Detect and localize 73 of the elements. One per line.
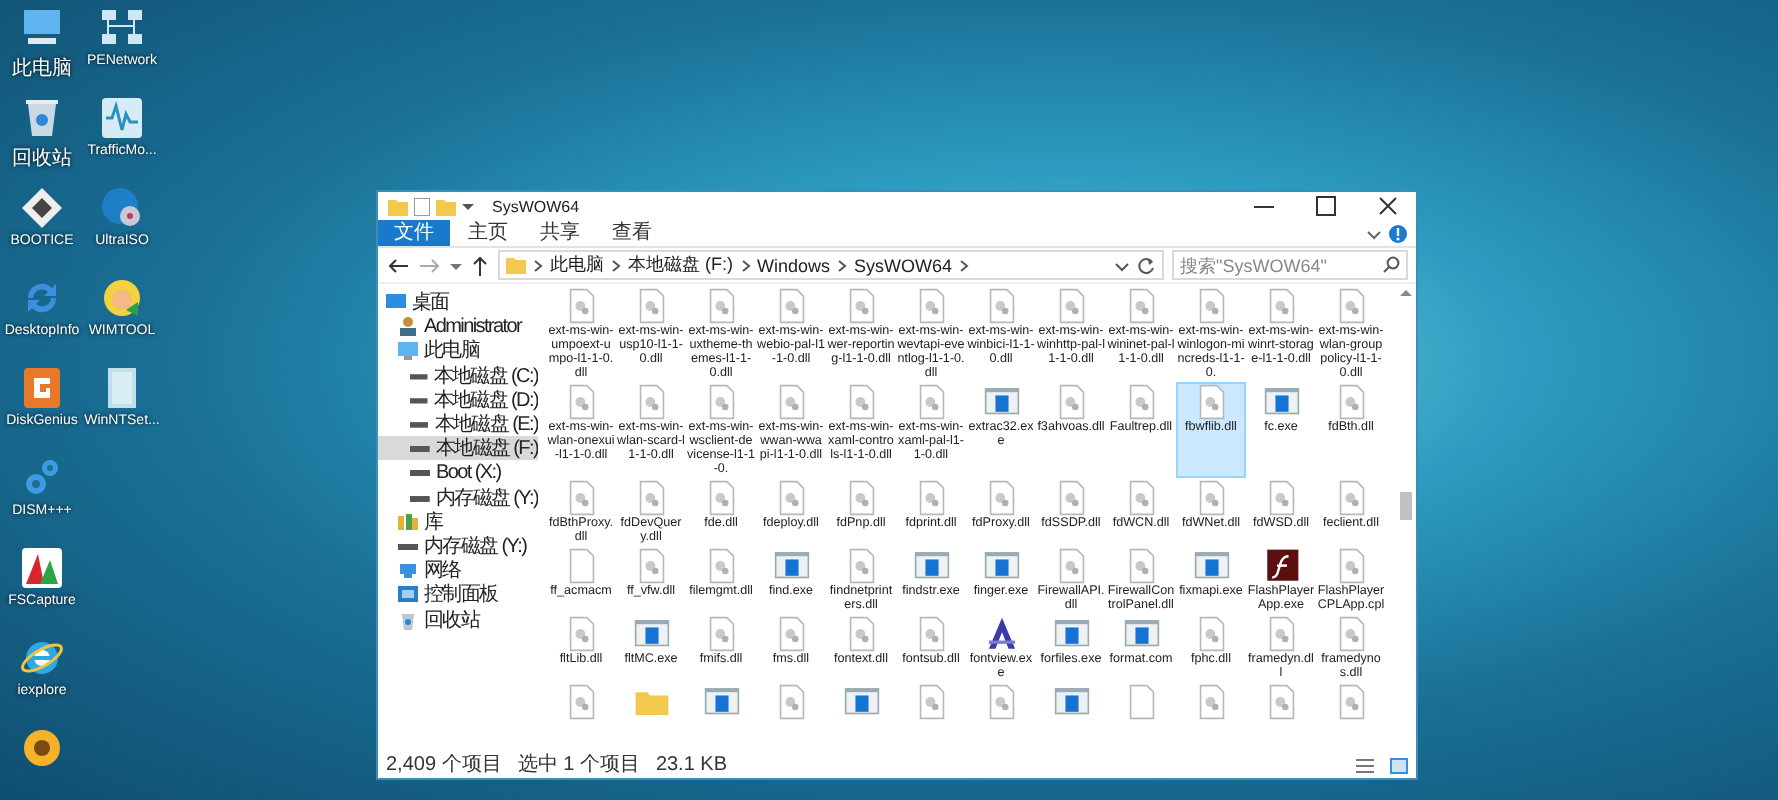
sunflower-icon[interactable] [18, 724, 66, 772]
window-icon [981, 384, 1021, 420]
breadcrumb-link[interactable]: SysWOW64 [854, 255, 953, 275]
window-icon [1261, 384, 1301, 420]
window-icon [1051, 616, 1091, 652]
nav-item[interactable]: 回收站 [378, 606, 538, 632]
nav-item[interactable]: 内存磁盘 (Y:) [378, 533, 538, 559]
folder-icon [388, 197, 408, 215]
nav-item[interactable]: 库 [378, 509, 538, 534]
chevron-right-icon[interactable] [836, 257, 849, 273]
large-icons-view-icon[interactable] [1390, 758, 1408, 774]
window-icon [981, 548, 1021, 584]
search-icon[interactable] [1382, 256, 1400, 274]
triangles-icon[interactable] [18, 544, 66, 592]
window-icon [911, 548, 951, 584]
desktop-icon [386, 292, 406, 313]
nav-item[interactable]: 内存磁盘 (Y:) [378, 485, 538, 510]
nav-item[interactable]: 此电脑 [378, 338, 538, 364]
window-title: SysWOW64 [492, 197, 580, 215]
breadcrumb-link[interactable]: 本地磁盘 (F:) [628, 252, 733, 278]
waveform-icon[interactable] [98, 94, 146, 142]
desktop-icon-label[interactable]: 此电脑 [12, 54, 72, 82]
chevron-right-icon[interactable] [958, 257, 971, 273]
up-arrow-icon[interactable] [470, 255, 490, 275]
window-icon [841, 684, 881, 720]
nav-item[interactable]: 桌面 [378, 290, 538, 315]
monitor-icon [398, 340, 418, 361]
globe-disc-icon[interactable] [98, 184, 146, 232]
chevron-right-icon[interactable] [739, 257, 751, 273]
window-icon [1191, 548, 1231, 584]
back-arrow-icon[interactable] [386, 255, 410, 275]
selection-size: 23.1 KB [655, 756, 728, 776]
file-menu-button[interactable]: 文件 [378, 220, 450, 246]
network-icon [398, 560, 418, 581]
nav-item[interactable]: 网络 [378, 558, 538, 583]
nav-item[interactable]: 本地磁盘 (E:) [378, 411, 538, 437]
search-field[interactable]: 搜索"SysWOW64" [1172, 250, 1408, 280]
breadcrumb-link[interactable]: 此电脑 [550, 252, 604, 278]
nav-item[interactable]: 控制面板 [378, 582, 538, 607]
nav-item[interactable]: Boot (X:) [378, 460, 538, 485]
window-icon [1051, 684, 1091, 720]
nav-item[interactable]: 本地磁盘 (D:) [378, 387, 538, 412]
letter-g-icon[interactable] [18, 364, 66, 412]
chevron-right-icon[interactable] [532, 257, 544, 273]
control-panel-icon [398, 584, 418, 605]
chevron-down-icon[interactable] [1114, 257, 1130, 273]
selection-count: 选中 1 个项目 [517, 756, 640, 776]
user-icon [398, 316, 418, 337]
nav-item[interactable]: 本地磁盘 (C:) [378, 363, 538, 388]
cartoon-face-icon[interactable] [98, 274, 146, 322]
chevron-right-icon[interactable] [610, 257, 622, 273]
desktop-icon-label[interactable]: 回收站 [12, 144, 72, 172]
ribbon-tab[interactable]: 共享 [526, 220, 594, 246]
books-icon [398, 511, 418, 532]
item-count: 2,409 个项目 [386, 756, 502, 776]
window-icon [1121, 616, 1161, 652]
address-bar[interactable]: 此电脑 本地磁盘 (F:) Windows SysWOW64 [498, 250, 1164, 280]
breadcrumb-link[interactable]: Windows [757, 255, 831, 275]
nav-item[interactable]: Administrator [378, 314, 538, 339]
folder-icon [506, 256, 526, 274]
recycle-bin-icon [398, 609, 418, 630]
ribbon-tab[interactable]: 查看 [598, 220, 666, 246]
window-icon [771, 548, 811, 584]
nav-item[interactable]: 本地磁盘 (F:) [378, 436, 538, 461]
refresh-icon[interactable] [1136, 255, 1156, 275]
details-view-icon[interactable] [1356, 758, 1374, 774]
flash-icon [1261, 548, 1301, 584]
ribbon-tab[interactable]: 主页 [454, 220, 522, 246]
diamond-icon[interactable] [18, 184, 66, 232]
document-icon[interactable] [414, 197, 430, 215]
help-icon[interactable] [1388, 223, 1408, 243]
window-icon [701, 684, 741, 720]
window-icon [631, 616, 671, 652]
